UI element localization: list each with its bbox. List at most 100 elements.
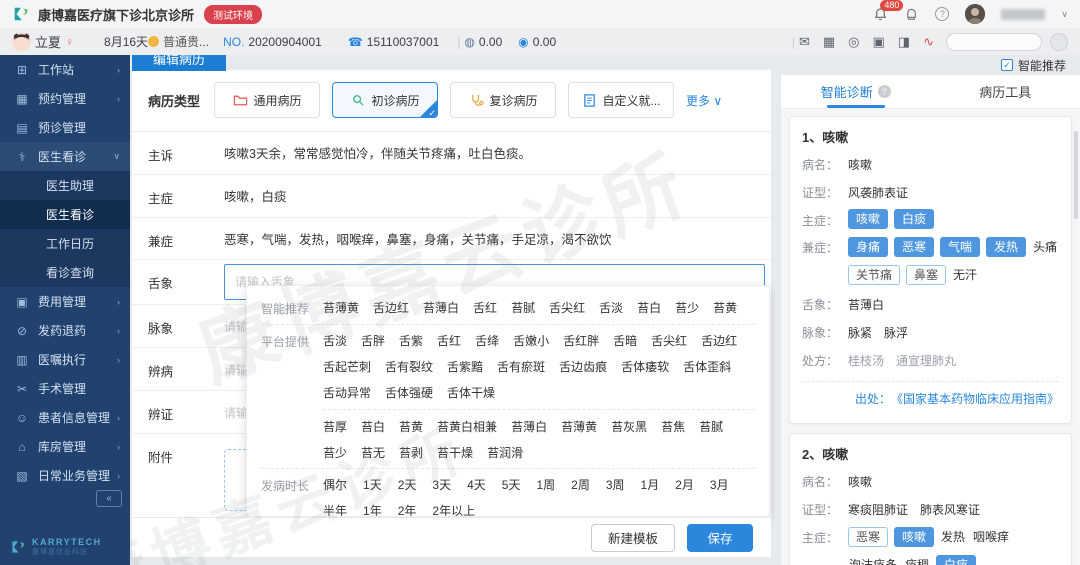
more-round-button[interactable] (1050, 33, 1068, 51)
suggestion-chip[interactable]: 苔黄 (399, 418, 423, 435)
complaint-value[interactable]: 咳嗽3天余，常常感觉怕冷，伴随关节疼痛，吐白色痰。 (212, 132, 771, 174)
symptom-tag[interactable]: 白痰 (936, 555, 976, 565)
symptom-tag[interactable]: 恶寒 (848, 527, 888, 547)
duration-chip[interactable]: 偶尔 (323, 476, 347, 493)
sidebar-item[interactable]: ▣ 费用管理 › (0, 287, 130, 316)
edit-record-tab[interactable]: 编辑病历 (132, 55, 226, 71)
symptom-tag[interactable]: 痰稠 (904, 554, 930, 565)
smart-recommend-checkbox[interactable]: ✓ (1001, 59, 1013, 71)
duration-chip[interactable]: 1周 (536, 476, 555, 493)
duration-chip[interactable]: 5天 (502, 476, 521, 493)
help-icon[interactable]: ? (935, 7, 949, 21)
symptom-tag[interactable]: 恶寒 (894, 237, 934, 257)
suggestion-chip[interactable]: 舌边红 (373, 299, 409, 317)
duration-chip[interactable]: 2天 (398, 476, 417, 493)
sidebar-item[interactable]: ▧ 日常业务管理 › (0, 461, 130, 490)
record-type-return-visit[interactable]: 复诊病历 (450, 82, 556, 118)
suggestion-chip[interactable]: 舌红 (437, 332, 461, 349)
message-icon[interactable]: ✉ (799, 34, 810, 50)
suggestion-chip[interactable]: 舌红 (473, 299, 497, 317)
suggestion-chip[interactable]: 苔白 (361, 418, 385, 435)
save-button[interactable]: 保存 (687, 524, 753, 552)
suggestion-chip[interactable]: 苔干燥 (437, 444, 473, 461)
duration-chip[interactable]: 3月 (710, 476, 729, 493)
new-template-button[interactable]: 新建模板 (591, 524, 675, 552)
suggestion-chip[interactable]: 舌体干燥 (447, 384, 495, 401)
suggestion-chip[interactable]: 苔灰黑 (611, 418, 647, 435)
record-type-custom[interactable]: 自定义就... (568, 82, 674, 118)
suggestion-chip[interactable]: 苔厚 (323, 418, 347, 435)
suggestion-chip[interactable]: 苔薄白 (423, 299, 459, 317)
quick-search-input[interactable] (946, 33, 1042, 51)
suggestion-chip[interactable]: 舌边红 (701, 332, 737, 349)
suggestion-chip[interactable]: 苔薄黄 (323, 299, 359, 317)
duration-chip[interactable]: 2月 (675, 476, 694, 493)
duration-chip[interactable]: 1天 (363, 476, 382, 493)
sidebar-item[interactable]: ⚕ 医生看诊 ∨ (0, 142, 130, 171)
suggestion-chip[interactable]: 苔腻 (511, 299, 535, 317)
symptom-tag[interactable]: 泡沫痰多 (848, 554, 898, 565)
suggestion-chip[interactable]: 舌起芒刺 (323, 358, 371, 375)
suggestion-chip[interactable]: 舌暗 (613, 332, 637, 349)
info-icon[interactable]: ? (878, 85, 891, 98)
more-record-types-link[interactable]: 更多 ∨ (686, 92, 722, 109)
symptom-tag[interactable]: 无汗 (952, 264, 978, 286)
suggestion-chip[interactable]: 舌淡 (599, 299, 623, 317)
main-symptom-value[interactable]: 咳嗽，白痰 (212, 175, 771, 217)
suggestion-chip[interactable]: 舌嫩小 (513, 332, 549, 349)
sidebar-item[interactable]: 医生助理 (0, 171, 130, 200)
suggestion-chip[interactable]: 苔黄白相兼 (437, 418, 497, 435)
symptom-tag[interactable]: 气喘 (940, 237, 980, 257)
symptom-tag[interactable]: 发热 (986, 237, 1026, 257)
suggestion-chip[interactable]: 苔薄白 (511, 418, 547, 435)
record-type-first-visit[interactable]: 初诊病历 (332, 82, 438, 118)
suggestion-chip[interactable]: 苔少 (323, 444, 347, 461)
suggestion-chip[interactable]: 舌体强硬 (385, 384, 433, 401)
sidebar-item[interactable]: 医生看诊 (0, 200, 130, 229)
announcement-icon[interactable] (904, 7, 919, 22)
duration-chip[interactable]: 2周 (571, 476, 590, 493)
sidebar-collapse-button[interactable]: « (96, 490, 122, 507)
suggestion-chip[interactable]: 舌体歪斜 (683, 358, 731, 375)
grid-icon[interactable]: ▦ (823, 34, 835, 50)
suggestion-chip[interactable]: 舌紫 (399, 332, 423, 349)
sidebar-item[interactable]: ▦ 预约管理 › (0, 84, 130, 113)
suggestion-chip[interactable]: 苔少 (675, 299, 699, 317)
duration-chip[interactable]: 1年 (363, 502, 382, 517)
tab-record-tools[interactable]: 病历工具 (931, 75, 1080, 108)
suggestion-chip[interactable]: 苔焦 (661, 418, 685, 435)
user-menu-chevron-icon[interactable]: ∨ (1061, 9, 1068, 20)
scrollbar-thumb[interactable] (1074, 131, 1078, 219)
sidebar-item[interactable]: ⊞ 工作站 › (0, 55, 130, 84)
suggestion-chip[interactable]: 苔白 (637, 299, 661, 317)
symptom-tag[interactable]: 白痰 (894, 209, 934, 229)
symptom-tag[interactable]: 头痛 (1032, 236, 1058, 258)
sidebar-item[interactable]: 看诊查询 (0, 258, 130, 287)
suggestion-chip[interactable]: 苔无 (361, 444, 385, 461)
suggestion-chip[interactable]: 苔剥 (399, 444, 423, 461)
sidebar-item[interactable]: ☺ 患者信息管理 › (0, 403, 130, 432)
suggestion-chip[interactable]: 舌尖红 (651, 332, 687, 349)
duration-chip[interactable]: 1月 (641, 476, 660, 493)
user-avatar[interactable] (965, 4, 985, 24)
suggestion-chip[interactable]: 舌动异常 (323, 384, 371, 401)
symptom-tag[interactable]: 身痛 (848, 237, 888, 257)
sidebar-item[interactable]: ✂ 手术管理 (0, 374, 130, 403)
duration-chip[interactable]: 3天 (432, 476, 451, 493)
suggestion-chip[interactable]: 舌边齿痕 (559, 358, 607, 375)
sidebar-item[interactable]: ▥ 医嘱执行 › (0, 345, 130, 374)
duration-chip[interactable]: 3周 (606, 476, 625, 493)
tab-smart-diagnosis[interactable]: 智能诊断 ? (781, 75, 931, 108)
suggestion-chip[interactable]: 苔腻 (699, 418, 723, 435)
suggestion-chip[interactable]: 舌淡 (323, 332, 347, 349)
sidebar-item[interactable]: ⌂ 库房管理 › (0, 432, 130, 461)
print-icon[interactable]: ▣ (873, 34, 885, 50)
sidebar-item[interactable]: 工作日历 (0, 229, 130, 258)
duration-chip[interactable]: 2年以上 (432, 502, 475, 517)
record-icon[interactable]: ◎ (848, 34, 859, 50)
suggestion-chip[interactable]: 舌胖 (361, 332, 385, 349)
sidebar-item[interactable]: ▤ 预诊管理 (0, 113, 130, 142)
suggestion-chip[interactable]: 舌尖红 (549, 299, 585, 317)
sidebar-item[interactable]: ⊘ 发药退药 › (0, 316, 130, 345)
suggestion-chip[interactable]: 舌有裂纹 (385, 358, 433, 375)
